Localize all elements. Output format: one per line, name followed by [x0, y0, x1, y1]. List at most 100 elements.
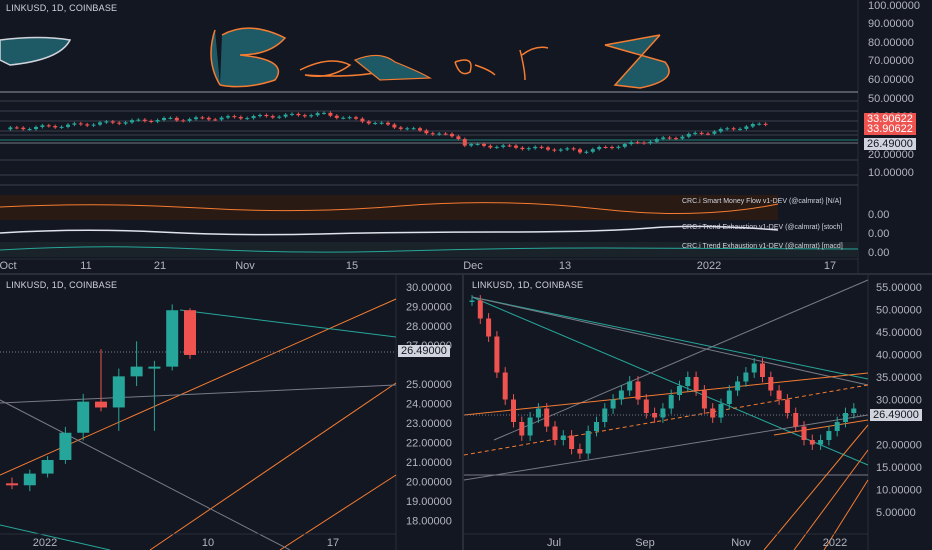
top-candle [283, 114, 288, 117]
top-candle [40, 125, 45, 127]
top-candle [629, 142, 634, 145]
top-candle [354, 117, 358, 119]
top-candle [539, 146, 544, 148]
br-candle [760, 363, 765, 377]
br-candle [544, 408, 550, 427]
top-chart-svg: 100.00000 90.00000 80.00000 70.00000 60.0000… [0, 0, 920, 273]
br-candle [801, 426, 807, 440]
br-orange-dashed [464, 384, 869, 456]
br-candle [809, 440, 815, 445]
top-candle [194, 117, 198, 120]
top-candle [78, 123, 83, 125]
top-candle [8, 127, 13, 130]
br-price-tick: 30.00000 [876, 395, 922, 407]
br-gray-line-2 [493, 279, 869, 441]
top-candle [277, 116, 282, 118]
bl-price-tick: 20.00000 [406, 476, 452, 488]
top-candle [590, 149, 595, 152]
top-candle [437, 133, 442, 135]
top-candle [315, 113, 320, 116]
br-symbol-label: LINKUSD, 1D, COINBASE [472, 280, 584, 290]
top-candle [366, 121, 371, 124]
top-candle [482, 143, 486, 146]
br-candle [602, 408, 608, 422]
top-price-tick: 80.00000 [868, 37, 914, 49]
top-candle [654, 138, 659, 142]
top-candle [98, 122, 102, 125]
br-time-tick: Jul [547, 537, 561, 549]
br-candle [552, 426, 558, 440]
top-candle [373, 123, 378, 125]
top-candle [245, 118, 250, 120]
bl-price-tick: 19.00000 [406, 496, 452, 508]
br-candle [519, 422, 525, 436]
top-candle [520, 147, 525, 150]
bl-candle [77, 401, 90, 433]
top-candle [232, 116, 237, 118]
top-candle [578, 149, 582, 153]
br-candle [834, 422, 840, 431]
top-candle [21, 127, 26, 130]
top-candle [603, 146, 608, 148]
top-candle [750, 124, 755, 127]
br-candle [635, 381, 641, 400]
top-candle [270, 116, 275, 118]
top-candle [763, 123, 768, 125]
bl-teal-line [179, 309, 397, 338]
indicator-value-3: 0.00 [868, 247, 889, 259]
top-candle [622, 144, 627, 147]
top-candle [174, 117, 179, 121]
br-time-tick: Nov [731, 537, 751, 549]
top-candle [85, 124, 90, 126]
bl-time-tick: 17 [327, 537, 339, 549]
br-price-tick: 40.00000 [876, 350, 922, 362]
top-time-tick: 17 [824, 260, 836, 272]
top-candle [546, 147, 550, 150]
top-candle [571, 148, 576, 150]
top-candle [674, 138, 678, 140]
top-chart-pane[interactable]: 100.00000 90.00000 80.00000 70.00000 60.0000… [0, 0, 932, 273]
top-candle [290, 113, 294, 115]
top-price-tick: 60.00000 [868, 74, 914, 86]
top-candle [238, 116, 243, 119]
top-candle [597, 146, 602, 150]
br-price-tick: 35.00000 [876, 372, 922, 384]
br-candle [569, 435, 575, 449]
top-candle [360, 118, 365, 122]
bl-price-tick: 22.00000 [406, 437, 452, 449]
bl-candle [166, 310, 179, 367]
top-candle [66, 124, 70, 127]
br-candle [768, 377, 774, 391]
top-candle [443, 133, 448, 135]
br-price-tick: 15.00000 [876, 462, 922, 474]
top-candle [187, 119, 192, 121]
top-candle [386, 122, 390, 125]
top-candle [309, 115, 314, 117]
br-candle [710, 408, 716, 418]
top-candle [219, 117, 224, 120]
br-candle [594, 422, 599, 431]
top-candle [392, 124, 397, 128]
bottom-right-chart-pane[interactable]: 55.00000 50.00000 45.00000 40.00000 35.00000… [464, 275, 932, 550]
top-candle [411, 128, 416, 130]
br-candle [843, 413, 848, 422]
top-candle [462, 139, 467, 146]
drawing-letter-a [353, 54, 433, 81]
br-price-tick: 50.00000 [876, 305, 922, 317]
top-candle [302, 115, 307, 117]
br-candle [494, 336, 500, 373]
bottom-left-chart-pane[interactable]: 30.0000029.0000028.0000027.0000025.00000… [0, 275, 462, 550]
top-candle [328, 112, 333, 116]
top-candle [322, 112, 326, 114]
top-price-tick: 70.00000 [868, 55, 914, 67]
top-candle [162, 117, 166, 121]
bl-candle [41, 459, 54, 474]
top-time-tick: 13 [559, 260, 571, 272]
top-time-tick: 2022 [697, 260, 721, 272]
top-candle [27, 129, 32, 131]
br-candle [793, 413, 799, 427]
top-candle [514, 145, 518, 148]
top-candle [661, 137, 666, 139]
br-candle [735, 381, 741, 391]
top-candle [744, 126, 749, 129]
